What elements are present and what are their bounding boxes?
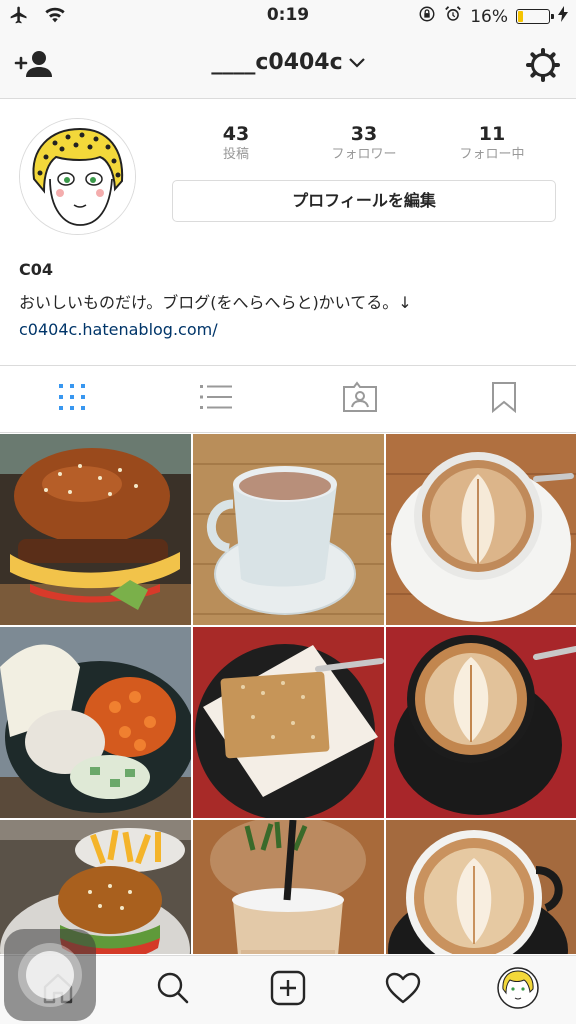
- tab-tagged[interactable]: [288, 366, 432, 432]
- post-grid: [0, 434, 576, 954]
- stat-label: 投稿: [222, 147, 249, 162]
- tab-list[interactable]: [144, 366, 288, 432]
- stat-value: 43: [222, 123, 250, 145]
- grid-view-icon: [58, 383, 86, 415]
- post-thumbnail[interactable]: [386, 627, 576, 818]
- charging-icon: [558, 6, 568, 27]
- website-link[interactable]: c0404c.hatenablog.com/: [19, 320, 218, 339]
- edit-profile-button[interactable]: プロフィールを編集: [172, 180, 556, 222]
- tab-saved[interactable]: [432, 366, 576, 432]
- list-view-icon: [200, 383, 232, 415]
- orientation-lock-icon: [418, 5, 436, 28]
- stat-label: フォロー中: [459, 147, 525, 162]
- battery-percent: 16%: [470, 6, 508, 27]
- nav-activity[interactable]: [346, 956, 461, 1024]
- post-thumbnail[interactable]: [386, 820, 576, 954]
- username: ____c0404c: [211, 50, 343, 75]
- status-bar: 0:19 16%: [0, 0, 576, 32]
- saved-bookmark-icon: [491, 381, 517, 417]
- stat-label: フォロワー: [331, 147, 397, 162]
- following-count[interactable]: 11 フォロー中: [428, 122, 556, 164]
- profile-avatar-icon: [497, 967, 540, 1013]
- search-icon: [156, 971, 190, 1009]
- post-thumbnail[interactable]: [193, 627, 384, 818]
- posts-count[interactable]: 43 投稿: [172, 122, 300, 164]
- nav-search[interactable]: [115, 956, 230, 1024]
- alarm-icon: [444, 5, 462, 28]
- nav-profile[interactable]: [461, 956, 576, 1024]
- post-thumbnail[interactable]: [0, 434, 191, 625]
- bio-text: おいしいものだけ。ブログ(をへらへらと)かいてる。↓: [19, 293, 412, 312]
- tagged-photos-icon: [342, 381, 378, 417]
- profile-header: 43 投稿 33 フォロワー 11 フォロー中 プロフィールを編集 C04 おい…: [0, 100, 576, 364]
- profile-stats: 43 投稿 33 フォロワー 11 フォロー中: [172, 122, 556, 164]
- profile-view-tabs: [0, 365, 576, 433]
- followers-count[interactable]: 33 フォロワー: [300, 122, 428, 164]
- battery-icon: [516, 9, 554, 24]
- add-post-icon: [270, 970, 306, 1010]
- stat-value: 11: [478, 123, 506, 145]
- activity-heart-icon: [385, 972, 421, 1008]
- post-thumbnail[interactable]: [0, 627, 191, 818]
- tab-grid[interactable]: [0, 366, 144, 432]
- assistive-touch-button[interactable]: [4, 929, 96, 1021]
- assistive-touch-center: [26, 951, 74, 999]
- profile-nav-bar: ____c0404c: [0, 32, 576, 99]
- account-switcher[interactable]: ____c0404c: [0, 50, 576, 75]
- post-thumbnail[interactable]: [193, 820, 384, 954]
- post-thumbnail[interactable]: [193, 434, 384, 625]
- post-thumbnail[interactable]: [386, 434, 576, 625]
- chevron-down-icon: [348, 50, 365, 75]
- settings-gear-icon[interactable]: [526, 48, 560, 82]
- profile-avatar[interactable]: [19, 118, 136, 235]
- display-name: C04: [19, 260, 54, 279]
- nav-add-post[interactable]: [230, 956, 345, 1024]
- stat-value: 33: [350, 123, 378, 145]
